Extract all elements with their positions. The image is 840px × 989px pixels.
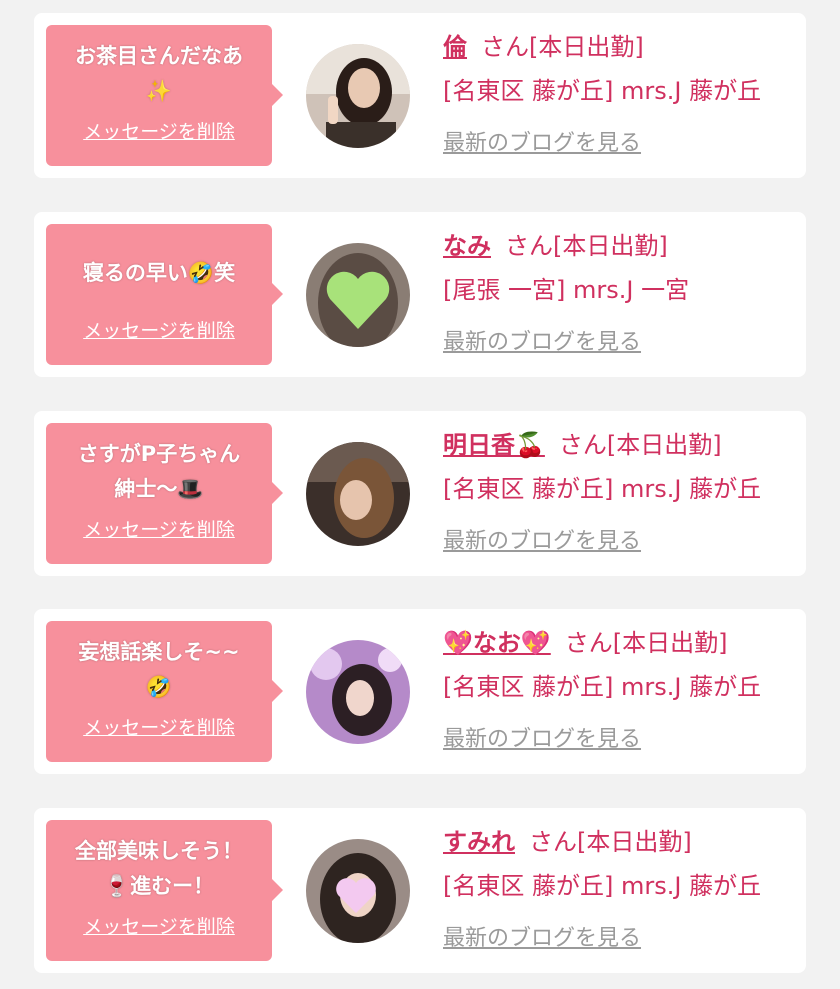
latest-blog-link[interactable]: 最新のブログを見る [443, 920, 641, 952]
latest-blog-link[interactable]: 最新のブログを見る [443, 324, 641, 356]
delete-message-link[interactable]: メッセージを削除 [54, 117, 264, 144]
cast-location: [名東区 藤が丘] mrs.J 藤が丘 [443, 475, 762, 503]
cast-name-line: なみ さん[本日出勤] [443, 226, 796, 266]
cast-location: [名東区 藤が丘] mrs.J 藤が丘 [443, 673, 762, 701]
heart-sticker-avatar-icon [306, 243, 410, 347]
photo-avatar-icon [306, 442, 410, 546]
cast-name-link[interactable]: なみ [443, 232, 491, 260]
latest-blog-link[interactable]: 最新のブログを見る [443, 125, 641, 157]
cast-info: 明日香🍒 さん[本日出勤] [名東区 藤が丘] mrs.J 藤が丘 最新のブログを… [443, 425, 796, 555]
cast-info: 💖なお💖 さん[本日出勤] [名東区 藤が丘] mrs.J 藤が丘 最新のブログを… [443, 623, 796, 753]
photo-avatar-icon [306, 44, 410, 148]
cast-info: なみ さん[本日出勤] [尾張 一宮] mrs.J 一宮 最新のブログを見る [443, 226, 796, 356]
latest-blog-link[interactable]: 最新のブログを見る [443, 523, 641, 555]
message-text: さすがP子ちゃん 紳士〜🎩 [77, 442, 241, 501]
message-text: 妄想話楽しそ~~ 🤣 [78, 640, 240, 699]
cast-location: [名東区 藤が丘] mrs.J 藤が丘 [443, 77, 762, 105]
avatar[interactable] [306, 839, 410, 943]
cast-name-link[interactable]: 倫 [443, 33, 467, 61]
cast-status: さん[本日出勤] [529, 828, 692, 856]
message-card: 全部美味しそう！ 🍷進むー！ メッセージを削除 すみれ さん[本日出勤] [名東区… [34, 808, 806, 973]
message-list: お茶目さんだなあ ✨ メッセージを削除 倫さん[本日出勤] [名東区 藤が丘] … [0, 0, 840, 989]
avatar[interactable] [306, 44, 410, 148]
delete-message-link[interactable]: メッセージを削除 [54, 912, 264, 939]
cast-status: さん[本日出勤] [505, 232, 668, 260]
cast-name-line: 明日香🍒 さん[本日出勤] [443, 425, 796, 465]
cast-info: すみれ さん[本日出勤] [名東区 藤が丘] mrs.J 藤が丘 最新のブログを見… [443, 822, 796, 952]
message-card: 寝るの早い🤣笑 メッセージを削除 なみ さん[本日出勤] [尾張 一宮] mrs.… [34, 212, 806, 377]
cast-name-line: 💖なお💖 さん[本日出勤] [443, 623, 796, 663]
message-bubble: 寝るの早い🤣笑 メッセージを削除 [46, 224, 283, 365]
photo-avatar-icon [306, 640, 410, 744]
cast-name-link[interactable]: 明日香🍒 [443, 431, 545, 459]
cast-name-line: 倫さん[本日出勤] [443, 27, 796, 67]
cast-name-link[interactable]: すみれ [443, 828, 515, 856]
cast-location: [名東区 藤が丘] mrs.J 藤が丘 [443, 872, 762, 900]
cast-status: さん[本日出勤] [481, 33, 644, 61]
cast-info: 倫さん[本日出勤] [名東区 藤が丘] mrs.J 藤が丘 最新のブログを見る [443, 27, 796, 157]
message-bubble: 全部美味しそう！ 🍷進むー！ メッセージを削除 [46, 820, 283, 961]
cast-name-link[interactable]: 💖なお💖 [443, 629, 551, 657]
avatar[interactable] [306, 442, 410, 546]
message-bubble: さすがP子ちゃん 紳士〜🎩 メッセージを削除 [46, 423, 283, 564]
message-bubble: 妄想話楽しそ~~ 🤣 メッセージを削除 [46, 621, 283, 762]
message-card: さすがP子ちゃん 紳士〜🎩 メッセージを削除 明日香🍒 さん[本日出勤] [名東区… [34, 411, 806, 576]
delete-message-link[interactable]: メッセージを削除 [54, 713, 264, 740]
message-text: お茶目さんだなあ ✨ [75, 44, 243, 103]
message-text: 寝るの早い🤣笑 [82, 260, 236, 285]
delete-message-link[interactable]: メッセージを削除 [54, 515, 264, 542]
cast-status: さん[本日出勤] [564, 629, 728, 657]
message-bubble: お茶目さんだなあ ✨ メッセージを削除 [46, 25, 283, 166]
latest-blog-link[interactable]: 最新のブログを見る [443, 721, 641, 753]
cast-location: [尾張 一宮] mrs.J 一宮 [443, 276, 690, 304]
message-text: 全部美味しそう！ 🍷進むー！ [75, 839, 243, 898]
avatar[interactable] [306, 243, 410, 347]
heart-sticker-avatar-icon [306, 839, 410, 943]
message-card: 妄想話楽しそ~~ 🤣 メッセージを削除 💖なお💖 さん[本日出勤] [名東区 藤が… [34, 609, 806, 774]
avatar[interactable] [306, 640, 410, 744]
message-card: お茶目さんだなあ ✨ メッセージを削除 倫さん[本日出勤] [名東区 藤が丘] … [34, 13, 806, 178]
cast-name-line: すみれ さん[本日出勤] [443, 822, 796, 862]
cast-status: さん[本日出勤] [558, 431, 722, 459]
delete-message-link[interactable]: メッセージを削除 [54, 316, 264, 343]
